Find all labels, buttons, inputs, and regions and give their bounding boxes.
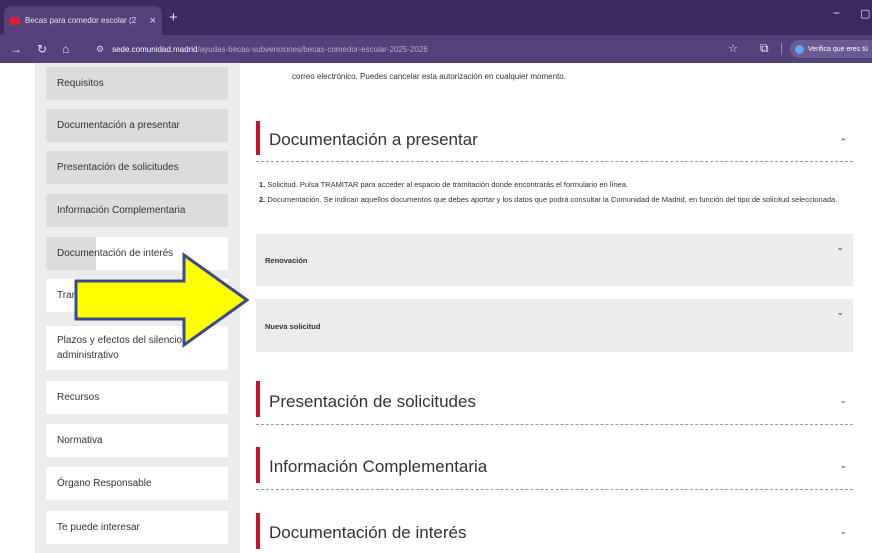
section-accent-bar [256,447,260,483]
sidebar-item-recursos[interactable]: Recursos [46,381,228,414]
reload-icon[interactable]: ↻ [37,42,47,56]
section-divider [256,424,853,425]
chevron-down-icon[interactable]: ⌄ [839,395,847,406]
section-accent-bar [256,513,260,549]
chevron-down-icon[interactable]: ⌄ [839,460,847,471]
maximize-button[interactable]: ▢ [860,7,870,20]
sidebar-item-label: Te puede interesar [57,522,140,533]
site-settings-icon[interactable]: ⚙ [96,44,104,55]
home-icon[interactable]: ⌂ [62,42,69,56]
url-host: sede.comunidad.madrid [112,44,198,54]
tab-title: Becas para comedor escolar (2 [25,16,137,25]
section-title: Documentación de interés [269,523,467,542]
chevron-down-icon[interactable]: ⌄ [836,242,844,253]
sidebar-item-label: Documentación a presentar [57,120,180,131]
chevron-down-icon[interactable]: ⌄ [839,526,847,537]
sidebar-item-label: Órgano Responsable [57,478,152,489]
section-title: Documentación a presentar [269,130,478,149]
section-presentacion-de-solicitudes[interactable]: Presentación de solicitudes ⌄ [256,381,853,427]
close-tab-icon[interactable]: × [150,15,156,27]
section-accent-bar [256,381,260,417]
profile-avatar-icon [795,44,804,54]
yellow-arrow-annotation [74,252,250,348]
section-title: Presentación de solicitudes [269,392,476,411]
section-divider [256,489,853,490]
sidebar-item-requisitos[interactable]: Requisitos [46,67,228,100]
minimize-button[interactable]: − [833,6,840,20]
section-title: Información Complementaria [269,457,488,476]
url-path: /ayudas-becas-subvenciones/becas-comedor… [197,44,428,54]
sidebar-item-label: Requisitos [57,78,104,89]
sidebar-item-te-puede-interesar[interactable]: Te puede interesar [46,511,228,544]
new-tab-button[interactable]: + [169,9,178,26]
list-item: 1. Solicitud. Pulsa TRAMITAR para accede… [259,180,629,189]
sidebar-item-normativa[interactable]: Normativa [46,424,228,457]
sidebar-item-informacion-complementaria[interactable]: Información Complementaria [46,194,228,227]
section-accent-bar [256,121,260,155]
url-field[interactable]: ⚙ sede.comunidad.madrid /ayudas-becas-su… [86,39,746,59]
extensions-icon[interactable]: ⧉ [760,41,769,56]
documentation-list: 1. Solicitud. Pulsa TRAMITAR para accede… [259,179,855,209]
address-bar: → ↻ ⌂ ⚙ sede.comunidad.madrid /ayudas-be… [0,35,872,63]
sidebar-item-documentacion-a-presentar[interactable]: Documentación a presentar [46,109,228,142]
sidebar-item-presentacion-de-solicitudes[interactable]: Presentación de solicitudes [46,151,228,184]
toolbar-divider [781,43,782,55]
chevron-down-icon[interactable]: ⌄ [836,307,844,318]
section-informacion-complementaria[interactable]: Información Complementaria ⌄ [256,447,853,493]
site-favicon-icon [10,16,20,25]
profile-button[interactable]: Verifica que eres tú [790,40,872,58]
forward-icon[interactable]: → [10,42,22,56]
bookmark-star-icon[interactable]: ☆ [728,42,738,55]
intro-text: correo electrónico. Puedes cancelar esta… [292,72,566,81]
browser-tabbar: Becas para comedor escolar (2 × + − ▢ [0,0,872,35]
list-item: 2. Documentación. Se indican aquellos do… [259,195,838,204]
accordion-renovacion[interactable]: Renovación ⌄ [256,234,853,286]
accordion-label: Renovación [265,256,308,265]
chevron-up-icon[interactable]: ⌃ [839,137,847,148]
profile-label: Verifica que eres tú [808,45,868,53]
sidebar-item-label: Recursos [57,392,100,403]
section-documentacion-a-presentar[interactable]: Documentación a presentar ⌃ [256,121,853,165]
sidebar-item-label: Presentación de solicitudes [57,162,179,173]
sidebar-item-label: Normativa [57,435,103,446]
browser-tab[interactable]: Becas para comedor escolar (2 × [4,6,162,35]
accordion-label: Nueva solicitud [265,322,321,331]
sidebar-item-label: Información Complementaria [57,205,186,216]
sidebar-item-organo-responsable[interactable]: Órgano Responsable [46,467,228,500]
accordion-nueva-solicitud[interactable]: Nueva solicitud ⌄ [256,299,853,352]
section-divider [256,161,853,162]
section-documentacion-de-interes[interactable]: Documentación de interés ⌄ [256,513,853,553]
